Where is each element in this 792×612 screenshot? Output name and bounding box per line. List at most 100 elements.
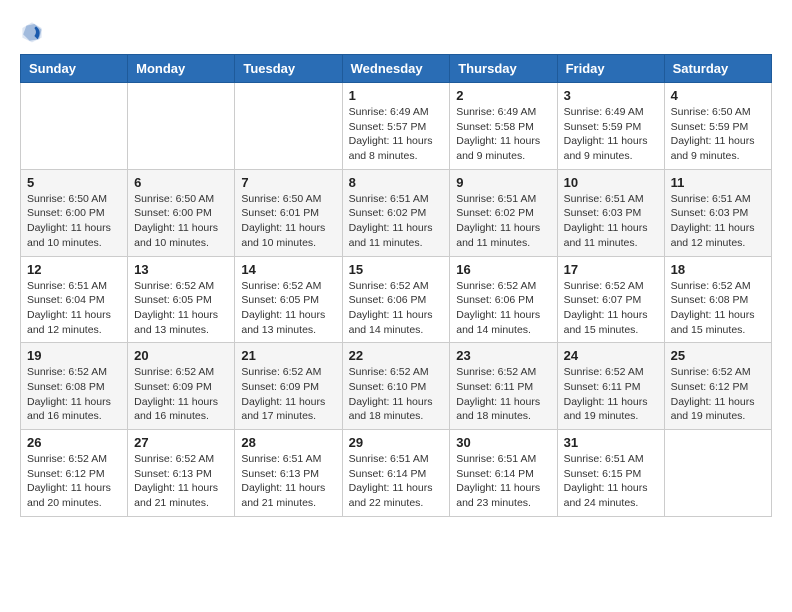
day-info: Sunrise: 6:51 AM Sunset: 6:13 PM Dayligh…	[241, 452, 335, 511]
day-number: 9	[456, 175, 550, 190]
day-number: 20	[134, 348, 228, 363]
calendar-cell: 29 Sunrise: 6:51 AM Sunset: 6:14 PM Dayli…	[342, 430, 450, 517]
calendar-cell: 2 Sunrise: 6:49 AM Sunset: 5:58 PM Daylig…	[450, 83, 557, 170]
day-number: 25	[671, 348, 765, 363]
day-number: 21	[241, 348, 335, 363]
day-number: 5	[27, 175, 121, 190]
calendar-cell: 14 Sunrise: 6:52 AM Sunset: 6:05 PM Dayli…	[235, 256, 342, 343]
calendar-week-row: 1 Sunrise: 6:49 AM Sunset: 5:57 PM Daylig…	[21, 83, 772, 170]
calendar-cell: 18 Sunrise: 6:52 AM Sunset: 6:08 PM Dayli…	[664, 256, 771, 343]
calendar-cell: 25 Sunrise: 6:52 AM Sunset: 6:12 PM Dayli…	[664, 343, 771, 430]
day-info: Sunrise: 6:52 AM Sunset: 6:12 PM Dayligh…	[671, 365, 765, 424]
day-number: 15	[349, 262, 444, 277]
day-number: 3	[564, 88, 658, 103]
calendar-cell: 24Sunrise: 6:52 AM Sunset: 6:11 PM Dayli…	[557, 343, 664, 430]
calendar-cell: 27 Sunrise: 6:52 AM Sunset: 6:13 PM Dayli…	[128, 430, 235, 517]
day-info: Sunrise: 6:51 AM Sunset: 6:14 PM Dayligh…	[456, 452, 550, 511]
day-info: Sunrise: 6:52 AM Sunset: 6:08 PM Dayligh…	[27, 365, 121, 424]
day-info: Sunrise: 6:52 AM Sunset: 6:07 PM Dayligh…	[564, 279, 658, 338]
day-number: 29	[349, 435, 444, 450]
calendar-cell: 17 Sunrise: 6:52 AM Sunset: 6:07 PM Dayli…	[557, 256, 664, 343]
day-info: Sunrise: 6:49 AM Sunset: 5:57 PM Dayligh…	[349, 105, 444, 164]
weekday-header: Saturday	[664, 55, 771, 83]
calendar-cell	[235, 83, 342, 170]
day-number: 30	[456, 435, 550, 450]
calendar-header-row: SundayMondayTuesdayWednesdayThursdayFrid…	[21, 55, 772, 83]
weekday-header: Friday	[557, 55, 664, 83]
day-info: Sunrise: 6:51 AM Sunset: 6:14 PM Dayligh…	[349, 452, 444, 511]
day-info: Sunrise: 6:49 AM Sunset: 5:58 PM Dayligh…	[456, 105, 550, 164]
day-number: 2	[456, 88, 550, 103]
calendar-week-row: 5 Sunrise: 6:50 AM Sunset: 6:00 PM Daylig…	[21, 169, 772, 256]
calendar-cell: 21 Sunrise: 6:52 AM Sunset: 6:09 PM Dayli…	[235, 343, 342, 430]
day-number: 12	[27, 262, 121, 277]
day-info: Sunrise: 6:52 AM Sunset: 6:13 PM Dayligh…	[134, 452, 228, 511]
calendar-cell: 30 Sunrise: 6:51 AM Sunset: 6:14 PM Dayli…	[450, 430, 557, 517]
day-number: 6	[134, 175, 228, 190]
calendar-cell: 20Sunrise: 6:52 AM Sunset: 6:09 PM Dayli…	[128, 343, 235, 430]
day-info: Sunrise: 6:52 AM Sunset: 6:06 PM Dayligh…	[349, 279, 444, 338]
day-number: 18	[671, 262, 765, 277]
calendar-cell: 1 Sunrise: 6:49 AM Sunset: 5:57 PM Daylig…	[342, 83, 450, 170]
calendar-cell: 19 Sunrise: 6:52 AM Sunset: 6:08 PM Dayli…	[21, 343, 128, 430]
day-info: Sunrise: 6:52 AM Sunset: 6:11 PM Dayligh…	[456, 365, 550, 424]
calendar-cell	[21, 83, 128, 170]
day-number: 16	[456, 262, 550, 277]
day-number: 14	[241, 262, 335, 277]
logo-icon	[20, 20, 44, 44]
calendar-cell: 26 Sunrise: 6:52 AM Sunset: 6:12 PM Dayli…	[21, 430, 128, 517]
calendar-cell: 13Sunrise: 6:52 AM Sunset: 6:05 PM Dayli…	[128, 256, 235, 343]
day-info: Sunrise: 6:51 AM Sunset: 6:02 PM Dayligh…	[456, 192, 550, 251]
day-number: 10	[564, 175, 658, 190]
day-number: 28	[241, 435, 335, 450]
day-info: Sunrise: 6:52 AM Sunset: 6:12 PM Dayligh…	[27, 452, 121, 511]
calendar-cell: 16Sunrise: 6:52 AM Sunset: 6:06 PM Dayli…	[450, 256, 557, 343]
day-number: 17	[564, 262, 658, 277]
calendar-cell: 31Sunrise: 6:51 AM Sunset: 6:15 PM Dayli…	[557, 430, 664, 517]
day-number: 22	[349, 348, 444, 363]
day-info: Sunrise: 6:49 AM Sunset: 5:59 PM Dayligh…	[564, 105, 658, 164]
day-info: Sunrise: 6:51 AM Sunset: 6:04 PM Dayligh…	[27, 279, 121, 338]
calendar-table: SundayMondayTuesdayWednesdayThursdayFrid…	[20, 54, 772, 517]
calendar-cell: 23 Sunrise: 6:52 AM Sunset: 6:11 PM Dayli…	[450, 343, 557, 430]
day-info: Sunrise: 6:50 AM Sunset: 6:00 PM Dayligh…	[134, 192, 228, 251]
weekday-header: Tuesday	[235, 55, 342, 83]
day-number: 13	[134, 262, 228, 277]
calendar-cell: 11 Sunrise: 6:51 AM Sunset: 6:03 PM Dayli…	[664, 169, 771, 256]
calendar-cell: 7 Sunrise: 6:50 AM Sunset: 6:01 PM Daylig…	[235, 169, 342, 256]
day-number: 1	[349, 88, 444, 103]
day-number: 7	[241, 175, 335, 190]
day-number: 11	[671, 175, 765, 190]
calendar-week-row: 26 Sunrise: 6:52 AM Sunset: 6:12 PM Dayli…	[21, 430, 772, 517]
calendar-cell	[664, 430, 771, 517]
day-number: 24	[564, 348, 658, 363]
calendar-cell	[128, 83, 235, 170]
day-info: Sunrise: 6:50 AM Sunset: 5:59 PM Dayligh…	[671, 105, 765, 164]
calendar-cell: 8Sunrise: 6:51 AM Sunset: 6:02 PM Daylig…	[342, 169, 450, 256]
weekday-header: Sunday	[21, 55, 128, 83]
calendar-cell: 10 Sunrise: 6:51 AM Sunset: 6:03 PM Dayli…	[557, 169, 664, 256]
day-number: 26	[27, 435, 121, 450]
day-info: Sunrise: 6:51 AM Sunset: 6:03 PM Dayligh…	[671, 192, 765, 251]
day-number: 4	[671, 88, 765, 103]
calendar-cell: 4 Sunrise: 6:50 AM Sunset: 5:59 PM Daylig…	[664, 83, 771, 170]
day-number: 19	[27, 348, 121, 363]
day-number: 27	[134, 435, 228, 450]
weekday-header: Thursday	[450, 55, 557, 83]
day-info: Sunrise: 6:51 AM Sunset: 6:03 PM Dayligh…	[564, 192, 658, 251]
weekday-header: Monday	[128, 55, 235, 83]
day-info: Sunrise: 6:50 AM Sunset: 6:01 PM Dayligh…	[241, 192, 335, 251]
day-info: Sunrise: 6:52 AM Sunset: 6:08 PM Dayligh…	[671, 279, 765, 338]
calendar-cell: 12 Sunrise: 6:51 AM Sunset: 6:04 PM Dayli…	[21, 256, 128, 343]
calendar-cell: 3 Sunrise: 6:49 AM Sunset: 5:59 PM Daylig…	[557, 83, 664, 170]
day-number: 8	[349, 175, 444, 190]
calendar-week-row: 19 Sunrise: 6:52 AM Sunset: 6:08 PM Dayli…	[21, 343, 772, 430]
day-info: Sunrise: 6:52 AM Sunset: 6:09 PM Dayligh…	[241, 365, 335, 424]
calendar-cell: 15 Sunrise: 6:52 AM Sunset: 6:06 PM Dayli…	[342, 256, 450, 343]
day-number: 23	[456, 348, 550, 363]
day-info: Sunrise: 6:52 AM Sunset: 6:05 PM Dayligh…	[241, 279, 335, 338]
calendar-week-row: 12 Sunrise: 6:51 AM Sunset: 6:04 PM Dayli…	[21, 256, 772, 343]
calendar-cell: 9 Sunrise: 6:51 AM Sunset: 6:02 PM Daylig…	[450, 169, 557, 256]
day-info: Sunrise: 6:50 AM Sunset: 6:00 PM Dayligh…	[27, 192, 121, 251]
calendar-cell: 6 Sunrise: 6:50 AM Sunset: 6:00 PM Daylig…	[128, 169, 235, 256]
